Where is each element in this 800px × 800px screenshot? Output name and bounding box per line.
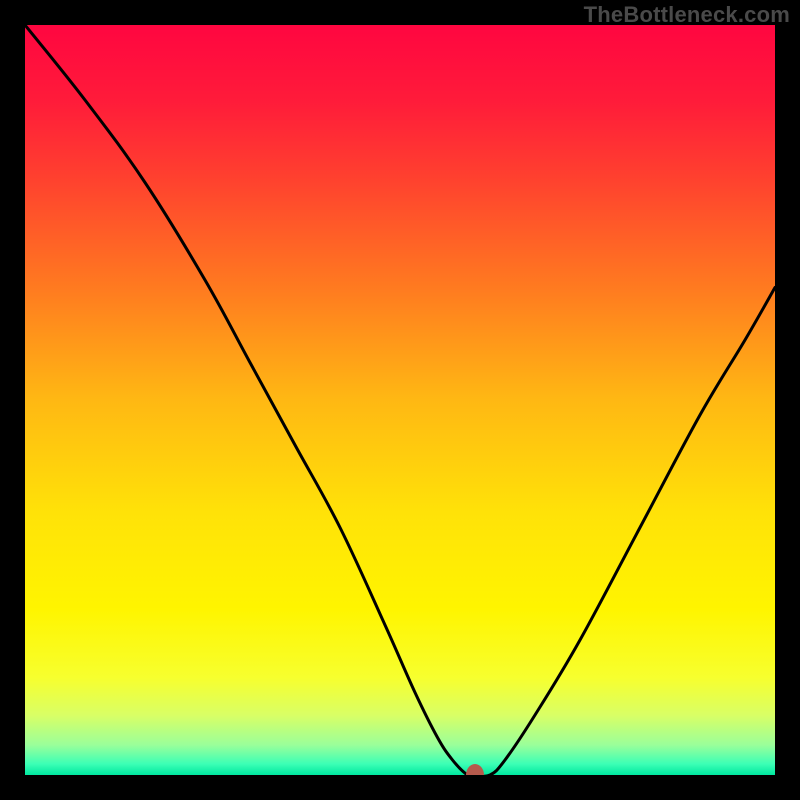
chart-stage: TheBottleneck.com — [0, 0, 800, 800]
bottleneck-plot — [25, 25, 775, 775]
chart-svg — [25, 25, 775, 775]
